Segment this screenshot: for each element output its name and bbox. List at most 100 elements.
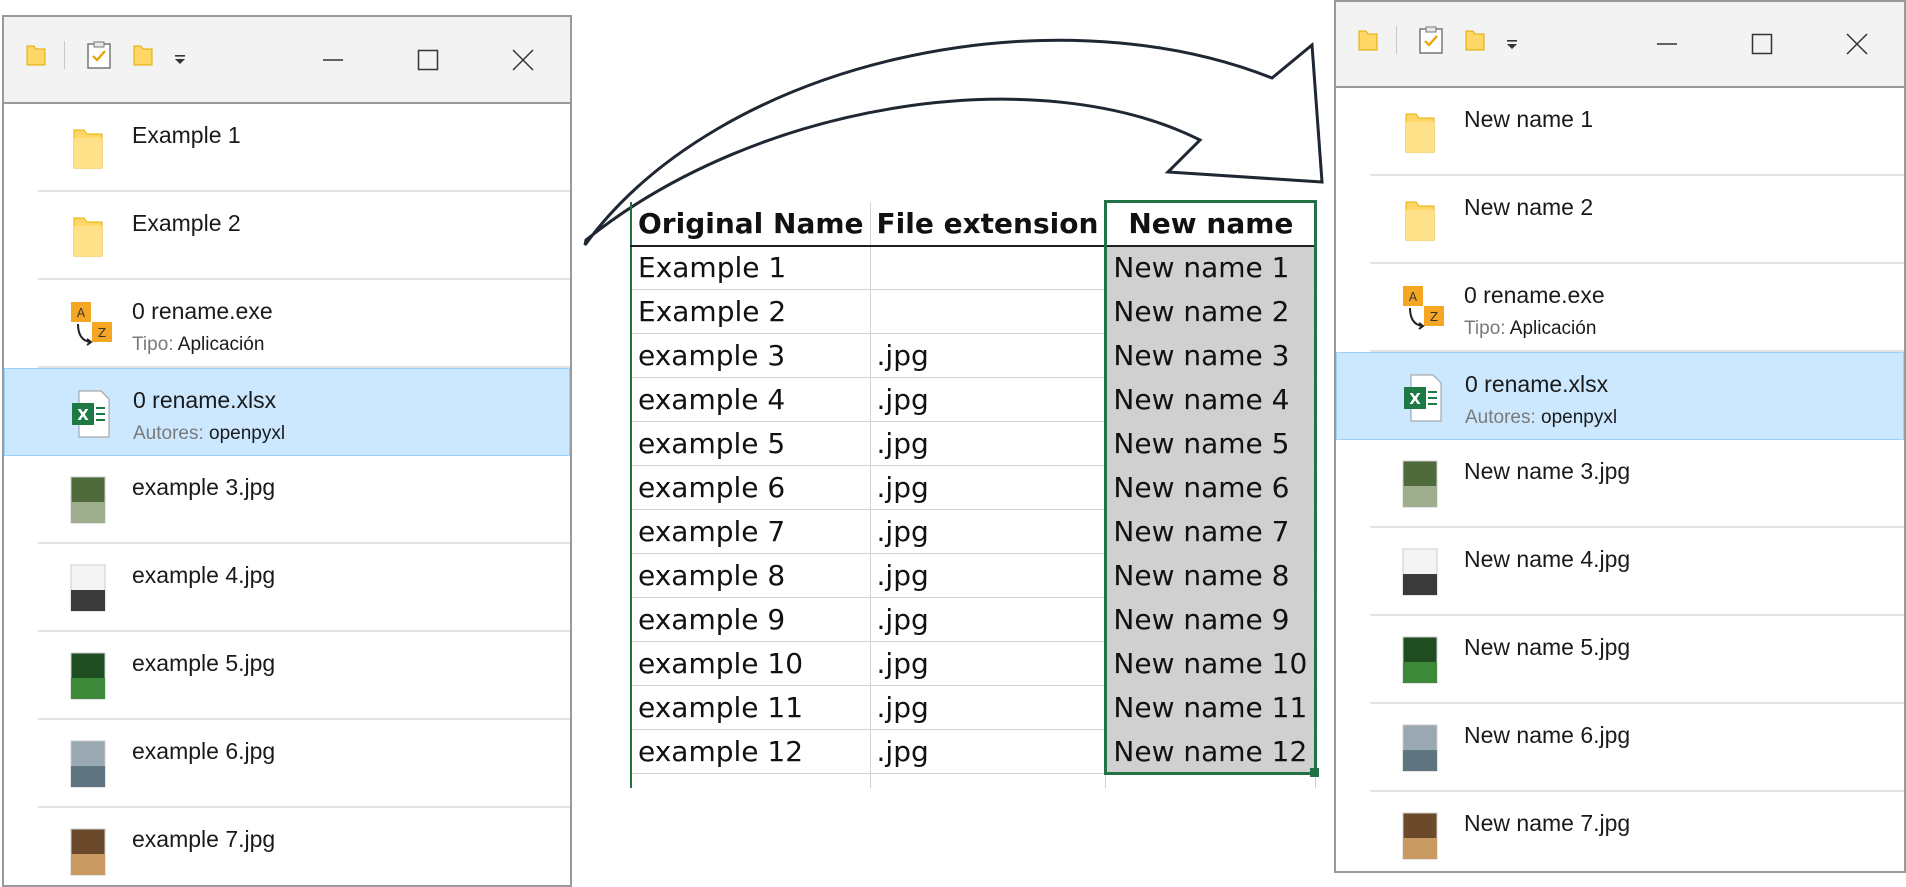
cell-file-extension[interactable]: .jpg <box>870 333 1107 378</box>
cell-original-name[interactable]: Example 2 <box>629 289 871 334</box>
maximize-icon <box>1751 33 1772 55</box>
empty-cell[interactable] <box>870 773 1107 788</box>
cell-new-name[interactable]: New name 6 <box>1104 465 1318 510</box>
minimize-icon <box>1656 43 1677 45</box>
file-icon-wrap <box>1402 196 1438 244</box>
empty-cell[interactable] <box>629 773 871 788</box>
file-meta-key: Tipo: <box>1464 318 1506 339</box>
table-row: example 7 .jpg New name 7 <box>629 509 1318 554</box>
file-icon-wrap <box>1402 108 1438 156</box>
cell-file-extension[interactable] <box>870 289 1107 334</box>
cell-file-extension[interactable]: .jpg <box>870 421 1107 466</box>
table-row: example 9 .jpg New name 9 <box>629 597 1318 642</box>
folder-icon[interactable] <box>1358 28 1378 52</box>
rename-table: Original Name File extension New name Ex… <box>629 200 1318 788</box>
new-folder-icon[interactable] <box>1465 28 1485 52</box>
cell-file-extension[interactable]: .jpg <box>870 377 1107 422</box>
cell-new-name[interactable]: New name 8 <box>1104 553 1318 598</box>
maximize-button[interactable] <box>1714 2 1809 87</box>
file-name: New name 1 <box>1464 106 1594 132</box>
cell-original-name[interactable]: example 5 <box>629 421 871 466</box>
cell-new-name[interactable]: New name 9 <box>1104 597 1318 642</box>
cell-file-extension[interactable]: .jpg <box>870 641 1107 686</box>
svg-text:X: X <box>1409 390 1421 408</box>
window-controls <box>1619 2 1904 86</box>
cell-file-extension[interactable]: .jpg <box>870 465 1107 510</box>
cell-new-name[interactable]: New name 1 <box>1104 245 1318 290</box>
customize-toolbar-icon[interactable] <box>1505 38 1519 52</box>
svg-text:A: A <box>1409 290 1418 304</box>
file-item[interactable]: New name 3.jpg <box>1336 440 1904 528</box>
explorer-window-after: New name 1 New name 2 AZ 0 rename.exe Tipo: … <box>1334 0 1906 873</box>
image-thumbnail <box>1402 548 1438 596</box>
image-thumbnail <box>1402 724 1438 772</box>
file-item[interactable]: New name 2 <box>1336 176 1904 264</box>
cell-new-name[interactable]: New name 11 <box>1104 685 1318 730</box>
cell-new-name[interactable]: New name 7 <box>1104 509 1318 554</box>
file-name: New name 5.jpg <box>1464 634 1631 660</box>
table-row: example 3 .jpg New name 3 <box>629 333 1318 378</box>
cell-original-name[interactable]: example 4 <box>629 377 871 422</box>
file-icon-wrap <box>1402 812 1438 860</box>
file-name: New name 4.jpg <box>1464 546 1631 572</box>
table-row: example 4 .jpg New name 4 <box>629 377 1318 422</box>
exe-rename-icon: AZ <box>1403 286 1444 330</box>
cell-original-name[interactable]: Example 1 <box>629 245 871 290</box>
cell-original-name[interactable]: example 12 <box>629 729 871 774</box>
table-row: example 12 .jpg New name 12 <box>629 729 1318 775</box>
quick-access-toolbar <box>1358 26 1519 54</box>
close-button[interactable] <box>1809 2 1904 87</box>
cell-original-name[interactable]: example 7 <box>629 509 871 554</box>
cell-new-name[interactable]: New name 12 <box>1104 729 1318 775</box>
image-thumbnail <box>1402 812 1438 860</box>
cell-file-extension[interactable]: .jpg <box>870 729 1107 774</box>
header-row: Original Name File extension New name <box>629 200 1318 247</box>
cell-file-extension[interactable]: .jpg <box>870 509 1107 554</box>
minimize-button[interactable] <box>1619 2 1714 87</box>
file-icon-wrap <box>1402 460 1438 508</box>
cell-new-name[interactable]: New name 10 <box>1104 641 1318 686</box>
cell-original-name[interactable]: example 9 <box>629 597 871 642</box>
file-item[interactable]: New name 1 <box>1336 88 1904 176</box>
file-icon-wrap <box>1402 548 1438 596</box>
file-item[interactable]: AZ 0 rename.exe Tipo: Aplicación <box>1336 264 1904 352</box>
excel-file-icon: X <box>1404 374 1442 422</box>
cell-original-name[interactable]: example 8 <box>629 553 871 598</box>
cell-file-extension[interactable]: .jpg <box>870 553 1107 598</box>
empty-cell[interactable] <box>1105 773 1317 788</box>
file-name: 0 rename.xlsx <box>1465 371 1609 397</box>
cell-new-name[interactable]: New name 2 <box>1104 289 1318 334</box>
file-item[interactable]: New name 6.jpg <box>1336 704 1904 792</box>
file-name: New name 6.jpg <box>1464 722 1631 748</box>
header-new-name[interactable]: New name <box>1104 200 1318 247</box>
file-item[interactable]: New name 4.jpg <box>1336 528 1904 616</box>
properties-icon[interactable] <box>1419 26 1443 54</box>
header-original-name[interactable]: Original Name <box>629 201 871 247</box>
file-name: New name 7.jpg <box>1464 810 1631 836</box>
title-bar <box>1336 2 1904 88</box>
file-meta: Autores: openpyxl <box>1465 407 1617 429</box>
cell-original-name[interactable]: example 11 <box>629 685 871 730</box>
cell-new-name[interactable]: New name 3 <box>1104 333 1318 378</box>
cell-file-extension[interactable]: .jpg <box>870 597 1107 642</box>
file-item[interactable]: New name 5.jpg <box>1336 616 1904 704</box>
table-row: example 6 .jpg New name 6 <box>629 465 1318 510</box>
table-row: example 5 .jpg New name 5 <box>629 421 1318 466</box>
cell-original-name[interactable]: example 6 <box>629 465 871 510</box>
cell-new-name[interactable]: New name 5 <box>1104 421 1318 466</box>
file-meta: Tipo: Aplicación <box>1464 318 1596 340</box>
file-name: New name 3.jpg <box>1464 458 1631 484</box>
cell-original-name[interactable]: example 10 <box>629 641 871 686</box>
file-item[interactable]: X 0 rename.xlsx Autores: openpyxl <box>1336 352 1904 440</box>
toolbar-separator <box>1396 26 1397 54</box>
file-name: 0 rename.exe <box>1464 282 1605 308</box>
file-icon-wrap <box>1402 724 1438 772</box>
file-item[interactable]: New name 7.jpg <box>1336 792 1904 871</box>
header-file-extension[interactable]: File extension <box>870 201 1107 247</box>
table-row: Example 2 New name 2 <box>629 289 1318 334</box>
cell-file-extension[interactable] <box>870 245 1107 290</box>
cell-original-name[interactable]: example 3 <box>629 333 871 378</box>
cell-file-extension[interactable]: .jpg <box>870 685 1107 730</box>
fill-handle[interactable] <box>1309 767 1319 777</box>
cell-new-name[interactable]: New name 4 <box>1104 377 1318 422</box>
